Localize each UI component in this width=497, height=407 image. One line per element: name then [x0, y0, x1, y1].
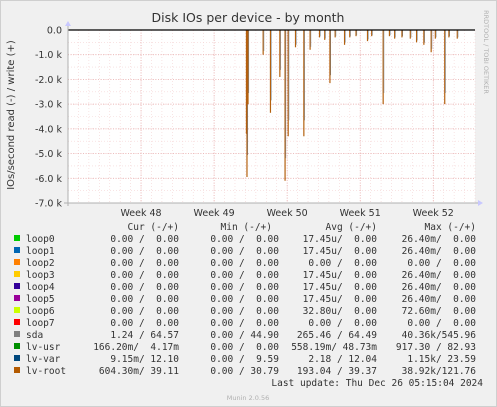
legend-cur-value: 604.30m/ 39.11 — [99, 366, 179, 377]
legend-min-value: 0.00 / 44.90 — [210, 330, 279, 341]
legend-swatch — [14, 247, 20, 253]
legend-avg-value: 17.45u/ 0.00 — [303, 246, 378, 257]
legend-min-value: 0.00 / 0.00 — [210, 342, 279, 353]
y-tick-label: 0.0 — [47, 26, 62, 37]
legend-min-value: 0.00 / 0.00 — [210, 246, 279, 257]
legend-header-min: Min (-/+) — [221, 222, 272, 233]
legend-max-value: 26.40m/ 0.00 — [402, 282, 477, 293]
legend-device-name: loop4 — [26, 282, 55, 293]
legend-swatch — [14, 235, 20, 241]
legend-header-avg: Avg (-/+) — [326, 222, 377, 233]
legend-device-name: loop6 — [26, 306, 55, 317]
legend-device-name: lv-var — [26, 354, 61, 365]
legend-max-value: 917.30 / 82.93 — [396, 342, 476, 353]
legend-avg-value: 193.04 / 39.37 — [297, 366, 377, 377]
legend-avg-value: 17.45u/ 0.00 — [303, 270, 378, 281]
legend-swatch — [14, 355, 20, 361]
legend-device-name: loop1 — [26, 246, 55, 257]
legend-min-value: 0.00 / 0.00 — [210, 306, 279, 317]
legend-max-value: 0.00 / 0.00 — [407, 318, 476, 329]
x-tick-label: Week 50 — [267, 208, 308, 219]
legend-device-name: loop5 — [26, 294, 55, 305]
x-tick-label: Week 48 — [120, 208, 161, 219]
legend-swatch — [14, 295, 20, 301]
rrdtool-side-label: RRDTOOL / TOBI OETIKER — [482, 10, 490, 94]
legend-avg-value: 32.80u/ 0.00 — [303, 306, 378, 317]
x-tick-label: Week 52 — [413, 208, 454, 219]
x-tick-label: Week 49 — [194, 208, 235, 219]
legend-min-value: 0.00 / 9.59 — [210, 354, 279, 365]
legend-avg-value: 0.00 / 0.00 — [308, 258, 377, 269]
legend-avg-value: 17.45u/ 0.00 — [303, 234, 378, 245]
y-tick-label: -3.0 k — [35, 100, 63, 111]
y-tick-label: -5.0 k — [35, 149, 63, 160]
munin-footer: Munin 2.0.56 — [227, 394, 270, 402]
munin-graph: 0.0 -1.0 k -2.0 k -3.0 k -4.0 k -5.0 k -6.0 k -… — [0, 0, 497, 407]
legend-cur-value: 0.00 / 0.00 — [110, 282, 179, 293]
legend-avg-value: 2.18 / 12.04 — [308, 354, 377, 365]
legend-device-name: lv-usr — [26, 342, 61, 353]
disk-io-chart: 0.0 -1.0 k -2.0 k -3.0 k -4.0 k -5.0 k -6.0 k -… — [0, 0, 497, 407]
legend-swatch — [14, 271, 20, 277]
legend-max-value: 72.60m/ 0.00 — [402, 306, 477, 317]
legend-swatch — [14, 343, 20, 349]
chart-title: Disk IOs per device - by month — [152, 10, 345, 25]
legend-max-value: 40.36k/545.96 — [402, 330, 477, 341]
y-tick-label: -1.0 k — [35, 50, 63, 61]
legend-min-value: 0.00 / 0.00 — [210, 270, 279, 281]
legend-avg-value: 0.00 / 0.00 — [308, 318, 377, 329]
legend-cur-value: 0.00 / 0.00 — [110, 258, 179, 269]
legend-device-name: sda — [26, 330, 43, 341]
legend-cur-value: 0.00 / 0.00 — [110, 246, 179, 257]
legend-max-value: 26.40m/ 0.00 — [402, 294, 477, 305]
legend-avg-value: 265.46 / 64.49 — [297, 330, 377, 341]
y-tick-label: -7.0 k — [35, 199, 63, 210]
legend-header-cur: Cur (-/+) — [128, 222, 179, 233]
legend-header-max: Max (-/+) — [425, 222, 476, 233]
legend-min-value: 0.00 / 0.00 — [210, 318, 279, 329]
y-tick-label: -2.0 k — [35, 75, 63, 86]
legend-avg-value: 17.45u/ 0.00 — [303, 294, 378, 305]
legend-swatch — [14, 283, 20, 289]
y-tick-label: -6.0 k — [35, 174, 63, 185]
legend-cur-value: 0.00 / 0.00 — [110, 270, 179, 281]
y-axis-label: IOs/second read (-) / write (+) — [6, 40, 17, 190]
legend-swatch — [14, 307, 20, 313]
legend-min-value: 0.00 / 0.00 — [210, 282, 279, 293]
last-update: Last update: Thu Dec 26 05:15:04 2024 — [271, 378, 483, 389]
legend-min-value: 0.00 / 0.00 — [210, 294, 279, 305]
legend-cur-value: 0.00 / 0.00 — [110, 294, 179, 305]
legend-cur-value: 9.15m/ 12.10 — [110, 354, 179, 365]
legend-max-value: 38.92k/121.76 — [402, 366, 477, 377]
legend-cur-value: 0.00 / 0.00 — [110, 318, 179, 329]
legend-min-value: 0.00 / 0.00 — [210, 234, 279, 245]
legend-device-name: loop3 — [26, 270, 55, 281]
legend-swatch — [14, 259, 20, 265]
legend-max-value: 0.00 / 0.00 — [407, 258, 476, 269]
legend-device-name: loop7 — [26, 318, 55, 329]
legend-cur-value: 166.20m/ 4.17m — [93, 342, 179, 353]
legend-max-value: 1.15k/ 23.59 — [407, 354, 476, 365]
legend-swatch — [14, 319, 20, 325]
legend-avg-value: 17.45u/ 0.00 — [303, 282, 378, 293]
y-tick-label: -4.0 k — [35, 124, 63, 135]
legend-cur-value: 0.00 / 0.00 — [110, 234, 179, 245]
legend-device-name: loop2 — [26, 258, 55, 269]
legend-max-value: 26.40m/ 0.00 — [402, 246, 477, 257]
legend-cur-value: 0.00 / 0.00 — [110, 306, 179, 317]
legend-min-value: 0.00 / 30.79 — [210, 366, 279, 377]
legend-avg-value: 558.19m/ 48.73m — [291, 342, 377, 353]
legend-cur-value: 1.24 / 64.57 — [110, 330, 179, 341]
legend-max-value: 26.40m/ 0.00 — [402, 234, 477, 245]
legend-swatch — [14, 367, 20, 373]
x-tick-label: Week 51 — [340, 208, 381, 219]
legend-device-name: loop0 — [26, 234, 55, 245]
legend-device-name: lv-root — [26, 366, 66, 377]
legend-min-value: 0.00 / 0.00 — [210, 258, 279, 269]
legend-max-value: 26.40m/ 0.00 — [402, 270, 477, 281]
legend-swatch — [14, 331, 20, 337]
